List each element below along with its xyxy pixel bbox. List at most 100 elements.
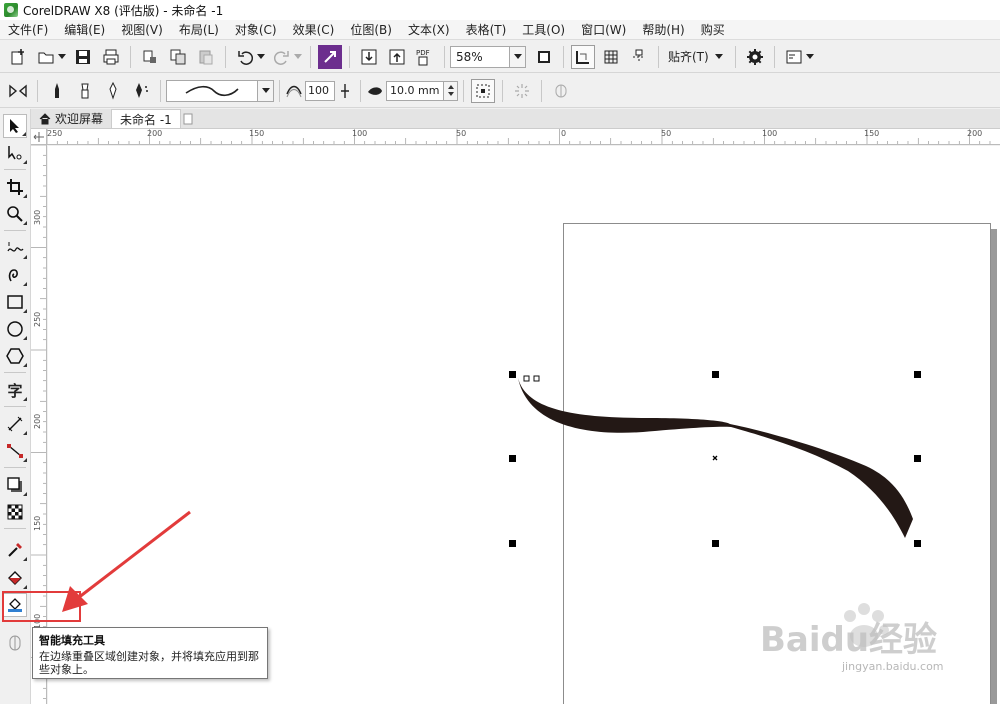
stroke-width-input[interactable]: 10.0 mm [386,80,444,101]
menu-file[interactable]: 文件(F) [0,20,56,40]
launcher-dropdown-chevron-icon[interactable] [805,54,814,59]
application-launcher-button[interactable] [782,45,806,69]
eyedropper-tool-button[interactable] [3,538,27,562]
bounding-box-button[interactable] [471,78,495,103]
interactive-fill-tool-button[interactable] [3,566,27,590]
center-x-icon[interactable] [712,455,718,461]
selection-handle-middle-left[interactable] [509,455,516,462]
show-rulers-button[interactable] [571,44,595,69]
ruler-v-label: 150 [33,515,42,531]
menu-window[interactable]: 窗口(W) [573,20,634,40]
property-extra-button[interactable] [549,79,573,103]
connector-tool-button[interactable] [3,439,27,463]
tab-welcome-screen[interactable]: 欢迎屏幕 [31,109,111,128]
add-tool-button[interactable] [3,631,27,655]
menu-effects[interactable]: 效果(C) [285,20,343,40]
transparency-tool-button[interactable] [3,500,27,524]
rectangle-tool-button[interactable] [3,290,27,314]
undo-button[interactable] [233,45,257,69]
show-grid-button[interactable] [599,45,623,69]
preset-brush-button[interactable] [45,79,69,103]
stroke-preset-dropdown[interactable] [258,79,274,102]
import-button[interactable] [357,45,381,69]
mirror-button[interactable] [6,79,30,103]
rectangle-icon [7,295,23,309]
show-guidelines-button[interactable] [627,45,651,69]
open-dropdown-chevron-icon[interactable] [58,54,66,59]
paste-icon [199,50,213,64]
spin-up-icon[interactable] [447,85,454,89]
selection-handle-bottom-left[interactable] [509,540,516,547]
stroke-width-value: 10.0 mm [390,84,440,97]
export-button[interactable] [385,45,409,69]
menu-buy[interactable]: 购买 [693,20,733,40]
menu-bitmaps[interactable]: 位图(B) [342,20,400,40]
snap-to-dropdown[interactable]: 贴齐(T) [664,45,730,69]
options-button[interactable] [743,45,767,69]
drop-shadow-tool-button[interactable] [3,473,27,497]
stroke-preset-field[interactable] [166,79,258,102]
menu-view[interactable]: 视图(V) [113,20,171,40]
selection-handle-top-left[interactable] [509,371,516,378]
undo-dropdown-chevron-icon[interactable] [257,54,265,59]
menu-object[interactable]: 对象(C) [227,20,285,40]
freehand-tool-button[interactable] [3,236,27,260]
new-tab-button[interactable] [181,109,195,128]
ruler-origin[interactable] [31,129,47,145]
ellipse-tool-button[interactable] [3,317,27,341]
watermark-url: jingyan.baidu.com [842,660,944,673]
search-content-button[interactable] [318,44,342,69]
menu-edit[interactable]: 编辑(E) [56,20,113,40]
artistic-media-tool-button[interactable] [3,263,27,287]
selection-handle-bottom-right[interactable] [914,540,921,547]
tab-document[interactable]: 未命名 -1 [111,109,181,128]
zoom-dropdown-button[interactable] [510,45,526,68]
spin-down-icon[interactable] [447,92,454,96]
zoom-tool-button[interactable] [3,202,27,226]
full-screen-button[interactable] [532,45,556,69]
ruler-h-label: 250 [47,129,63,138]
new-document-button[interactable] [6,45,30,69]
pick-tool-button[interactable] [3,114,27,138]
text-tool-button[interactable]: 字 [3,378,27,402]
redo-button[interactable] [270,45,294,69]
artistic-brush-button[interactable] [73,79,97,103]
open-button[interactable] [34,45,58,69]
toolbar-separator [463,79,464,102]
selection-handle-top-center[interactable] [712,371,719,378]
node-marker[interactable] [523,375,530,382]
sprayer-button[interactable] [101,79,125,103]
smoothing-input[interactable]: 100 [305,80,335,101]
search-content-icon [324,50,336,63]
selection-handle-middle-right[interactable] [914,455,921,462]
menu-help[interactable]: 帮助(H) [634,20,692,40]
smoothing-slider-button[interactable] [337,79,353,103]
selection-handle-top-right[interactable] [914,371,921,378]
calligraphic-button[interactable] [129,79,153,103]
capsule-icon [555,84,567,97]
paste-button[interactable] [194,45,218,69]
flyout-corner-icon [23,194,27,198]
redo-dropdown-chevron-icon[interactable] [294,54,302,59]
menu-table[interactable]: 表格(T) [458,20,515,40]
polygon-tool-button[interactable] [3,344,27,368]
print-button[interactable] [99,45,123,69]
dimension-tool-button[interactable] [3,412,27,436]
publish-pdf-button[interactable]: PDF [413,45,437,69]
save-button[interactable] [71,45,95,69]
smoothing-value: 100 [308,84,329,97]
redo-icon [273,50,289,65]
cut-button[interactable] [138,45,162,69]
stroke-width-spinner[interactable] [444,80,458,101]
crop-tool-button[interactable] [3,175,27,199]
node-marker[interactable] [533,375,540,382]
selection-handle-bottom-center[interactable] [712,540,719,547]
convert-to-object-button[interactable] [510,79,534,103]
zoom-level-field[interactable]: 58% [450,45,510,68]
copy-button[interactable] [166,45,190,69]
horizontal-ruler[interactable]: 250 200 150 100 50 0 50 100 150 200 [47,129,1000,145]
menu-text[interactable]: 文本(X) [400,20,458,40]
menu-layout[interactable]: 布局(L) [171,20,227,40]
menu-tools[interactable]: 工具(O) [514,20,573,40]
shape-tool-button[interactable] [3,141,27,165]
